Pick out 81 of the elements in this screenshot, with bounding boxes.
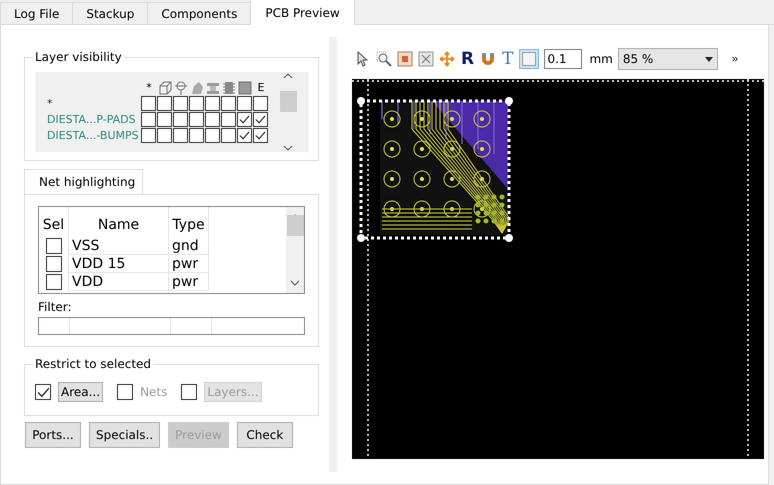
magnet-icon[interactable]: [480, 51, 496, 67]
column-header[interactable]: Type: [169, 207, 209, 237]
group-title: Layer visibility: [33, 50, 124, 64]
checkbox[interactable]: [237, 128, 252, 143]
caret-icon: [704, 56, 713, 62]
pointer-icon[interactable]: [355, 51, 371, 67]
checkbox[interactable]: [237, 96, 252, 111]
move-icon[interactable]: [439, 51, 455, 67]
chip-icon: [222, 81, 236, 95]
unit-label: mm: [589, 52, 613, 66]
checkbox[interactable]: [157, 112, 172, 127]
column-header[interactable]: Name: [69, 207, 169, 237]
column-header[interactable]: Sel: [39, 207, 69, 237]
checkbox[interactable]: [189, 96, 204, 111]
zoom-icon[interactable]: [376, 51, 392, 67]
checkbox[interactable]: [253, 96, 268, 111]
layer-name: DIESTA...-BUMPS: [46, 128, 140, 144]
button[interactable]: Area...: [58, 382, 104, 402]
column-header: *: [145, 80, 153, 96]
spool-icon: [206, 81, 220, 95]
scroll-down-icon[interactable]: [283, 144, 293, 152]
checkbox[interactable]: [189, 128, 204, 143]
scrollbar[interactable]: [286, 207, 304, 293]
checkbox[interactable]: [35, 384, 51, 400]
filter-field[interactable]: [38, 317, 305, 335]
checkbox[interactable]: [157, 96, 172, 111]
column-header: E: [256, 80, 266, 96]
tool-button[interactable]: T: [501, 49, 514, 69]
checkbox[interactable]: [173, 96, 188, 111]
checkbox[interactable]: [173, 128, 188, 143]
checkbox[interactable]: [221, 128, 236, 143]
table-cell: VDD 15: [69, 255, 169, 273]
scrollbar-thumb[interactable]: [286, 214, 304, 236]
shape-icon: [190, 81, 204, 95]
grid-input[interactable]: 0.1: [544, 49, 582, 69]
filter-label: Filter:: [38, 300, 73, 314]
tool-button[interactable]: R: [460, 49, 476, 69]
grid-toggle-button[interactable]: [519, 49, 540, 69]
tab[interactable]: Net highlighting: [24, 169, 143, 194]
table-cell: VSS: [69, 237, 169, 255]
checkbox[interactable]: [205, 128, 220, 143]
cube-icon: [158, 81, 172, 95]
checkbox[interactable]: [205, 96, 220, 111]
checkbox[interactable]: [237, 112, 252, 127]
button[interactable]: Specials..: [89, 422, 160, 448]
table-cell: VDD: [69, 273, 169, 291]
table-cell: pwr: [169, 255, 209, 273]
checkbox[interactable]: [189, 112, 204, 127]
checkbox[interactable]: [46, 256, 62, 272]
scroll-up-icon[interactable]: [283, 72, 293, 80]
button[interactable]: Check: [236, 422, 293, 448]
button[interactable]: Ports...: [25, 422, 81, 448]
checkbox[interactable]: [141, 112, 156, 127]
scrollbar-thumb[interactable]: [280, 90, 296, 112]
checkbox[interactable]: [141, 96, 156, 111]
checkbox[interactable]: [141, 128, 156, 143]
group-title: Restrict to selected: [33, 357, 154, 371]
checkbox[interactable]: [46, 238, 62, 254]
checkbox[interactable]: [221, 112, 236, 127]
checkbox[interactable]: [157, 128, 172, 143]
square-icon: [238, 81, 252, 95]
zoom-area-icon[interactable]: [418, 51, 434, 67]
pin-icon: [174, 81, 188, 95]
checkbox[interactable]: [253, 128, 268, 143]
scroll-down-icon[interactable]: [290, 279, 300, 287]
tab[interactable]: PCB Preview: [250, 0, 355, 25]
table-cell: pwr: [169, 273, 209, 291]
selection-rectangle[interactable]: [357, 97, 513, 242]
checkbox[interactable]: [173, 112, 188, 127]
checkbox[interactable]: [46, 274, 62, 290]
checkbox[interactable]: [253, 112, 268, 127]
checkbox-label: Nets: [140, 385, 168, 399]
tab[interactable]: Log File: [0, 2, 74, 24]
checkbox[interactable]: [221, 96, 236, 111]
layer-name: DIESTA...P-PADS: [46, 112, 137, 128]
layer-name: *: [46, 96, 54, 112]
table-cell: gnd: [169, 237, 209, 255]
zoom-dropdown[interactable]: 85 %: [618, 48, 718, 70]
overflow-button[interactable]: »: [728, 53, 742, 65]
fit-icon[interactable]: [397, 51, 413, 67]
checkbox[interactable]: [205, 112, 220, 127]
